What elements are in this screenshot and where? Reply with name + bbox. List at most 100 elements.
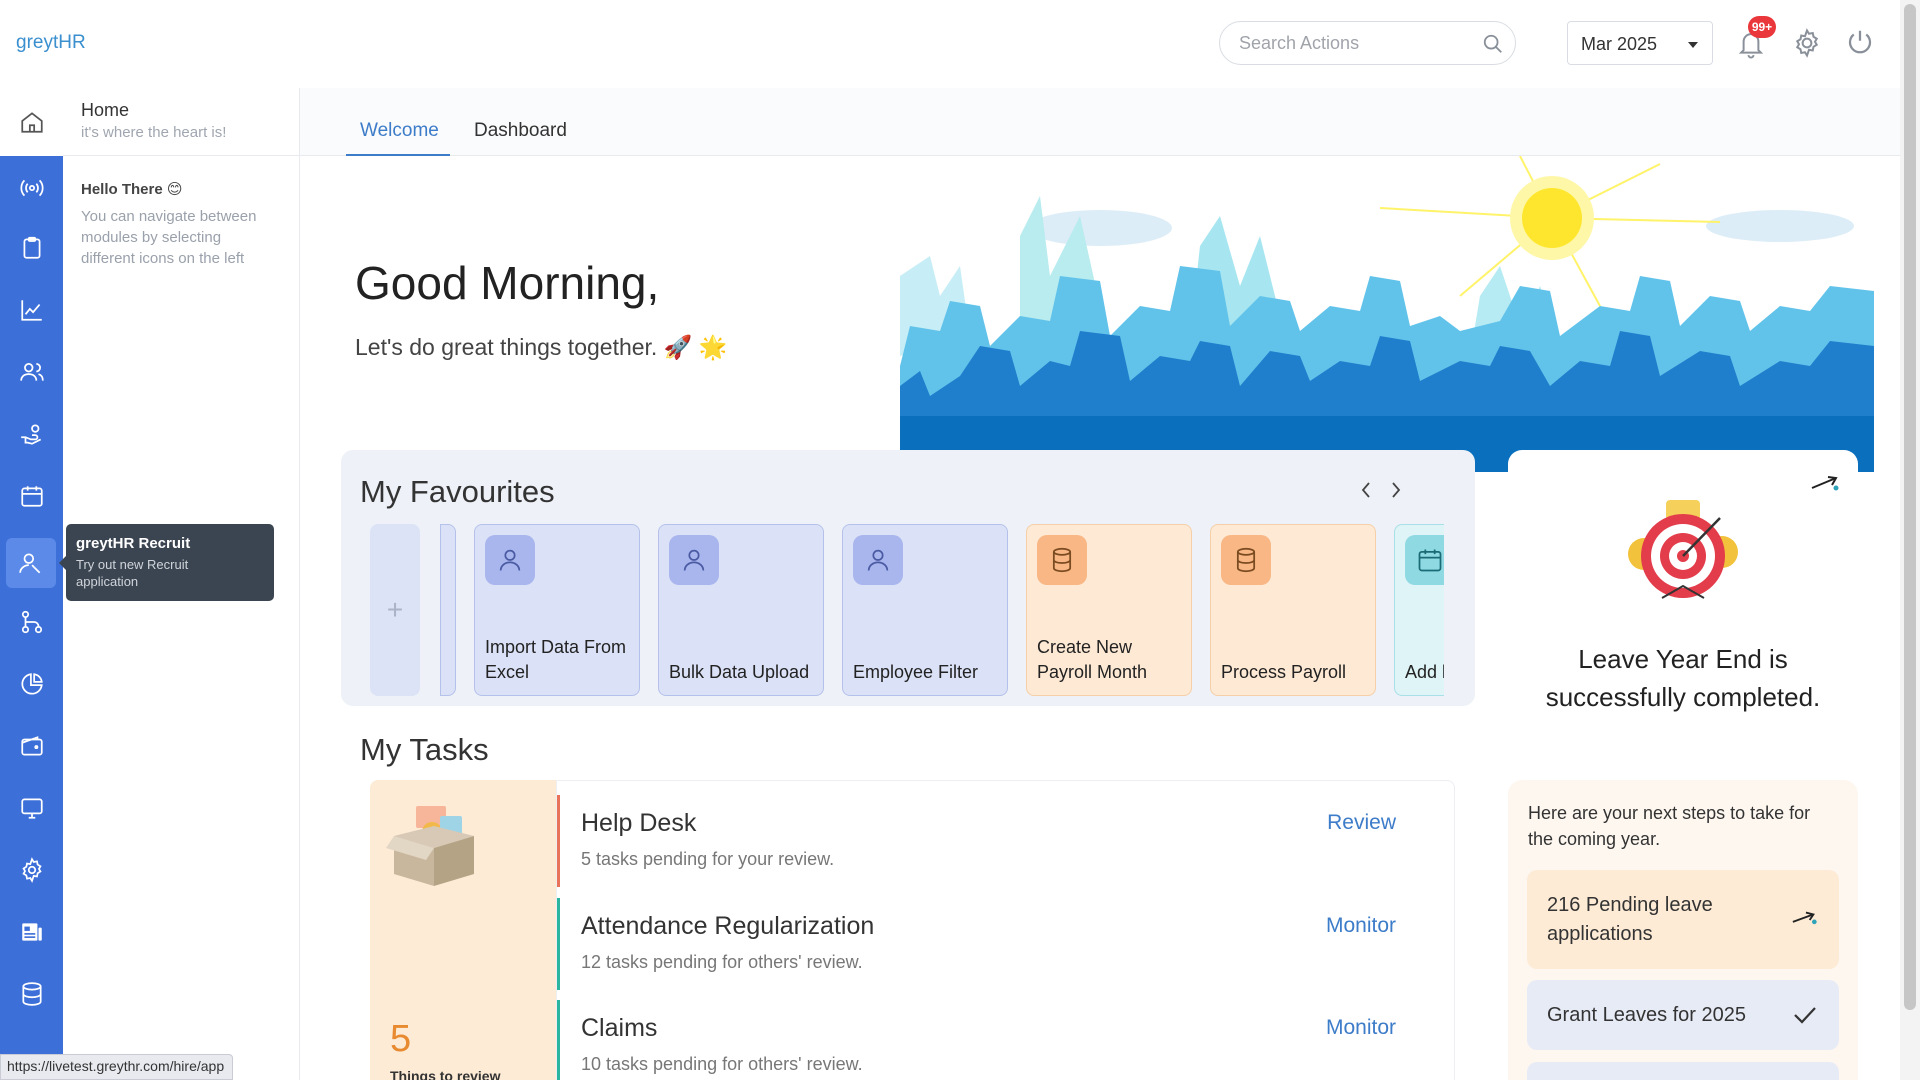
tasks-title: My Tasks	[360, 732, 489, 767]
broadcast-icon	[20, 179, 44, 197]
rail-item-settings[interactable]	[12, 850, 52, 890]
database-icon	[1221, 535, 1271, 585]
next-steps-intro: Here are your next steps to take for the…	[1528, 803, 1811, 849]
chevron-down-icon	[1688, 42, 1698, 48]
favourite-card-import-data[interactable]: Import Data From Excel	[474, 524, 640, 696]
recruit-tooltip: greytHR Recruit Try out new Recruit appl…	[59, 524, 274, 601]
task-accent-bar	[557, 1000, 560, 1080]
task-row-attendance[interactable]: Attendance Regularization 12 tasks pendi…	[557, 884, 1456, 990]
favourite-card-add[interactable]: Add l	[1394, 524, 1444, 696]
newspaper-icon	[22, 923, 42, 941]
arrow-icon	[1792, 911, 1817, 924]
home-icon	[21, 112, 43, 133]
database-icon	[22, 982, 42, 1006]
rail-item-analytics[interactable]	[12, 290, 52, 330]
task-description: 10 tasks pending for others' review.	[581, 1054, 863, 1074]
monitor-icon	[21, 798, 43, 819]
side-panel-header: Home it's where the heart is!	[63, 88, 299, 156]
tab-dashboard[interactable]: Dashboard	[474, 120, 567, 142]
task-name: Attendance Regularization	[581, 912, 875, 940]
rail-home	[0, 88, 63, 156]
favourite-card-process-payroll[interactable]: Process Payroll	[1210, 524, 1376, 696]
review-link[interactable]: Review	[1327, 811, 1396, 835]
git-branch-icon	[21, 610, 43, 634]
cog-icon	[22, 857, 42, 883]
leave-year-end-title: Leave Year End is successfully completed…	[1545, 644, 1821, 712]
favourite-card-employee-filter[interactable]: Employee Filter	[842, 524, 1008, 696]
task-row-claims[interactable]: Claims 10 tasks pending for others' revi…	[557, 986, 1456, 1080]
module-rail	[0, 156, 63, 1080]
search-icon[interactable]	[1482, 33, 1504, 55]
greeting-subtitle: Let's do great things together. 🚀 🌟	[355, 334, 728, 360]
rail-item-engage[interactable]	[12, 168, 52, 208]
rail-item-data[interactable]	[12, 974, 52, 1014]
rail-item-expenses[interactable]	[12, 726, 52, 766]
user-icon	[485, 535, 535, 585]
app-logo[interactable]: greytHR	[16, 32, 86, 54]
tab-welcome[interactable]: Welcome	[360, 120, 439, 142]
task-name: Help Desk	[581, 809, 697, 837]
active-tab-indicator	[346, 154, 450, 156]
line-chart-icon	[21, 300, 42, 321]
chevron-right-icon[interactable]	[1386, 480, 1406, 500]
top-bar: greytHR Mar 2025 99+	[0, 0, 1900, 88]
rail-item-workflow[interactable]	[12, 602, 52, 642]
rail-item-home[interactable]	[12, 102, 52, 142]
task-name: Claims	[581, 1014, 658, 1042]
pie-chart-icon	[21, 673, 43, 695]
side-panel-title: Home	[81, 100, 130, 120]
users-icon	[20, 363, 44, 381]
rail-item-reports[interactable]	[12, 664, 52, 704]
target-trophy-illustration	[1628, 500, 1738, 599]
calendar-icon	[1405, 535, 1444, 585]
favourite-label: Create New Payroll Month	[1037, 637, 1148, 682]
favourite-label: Employee Filter	[853, 662, 979, 682]
favourites-carousel: + Import Data From Excel Bulk Data Uploa…	[370, 524, 1444, 700]
rail-item-recruit[interactable]	[6, 538, 56, 588]
tooltip-title: greytHR Recruit	[76, 535, 191, 552]
rail-item-documents[interactable]	[12, 228, 52, 268]
task-description: 12 tasks pending for others' review.	[581, 952, 863, 972]
scrollbar-thumb[interactable]	[1904, 4, 1916, 1010]
monitor-link[interactable]: Monitor	[1326, 1016, 1396, 1040]
arrow-icon[interactable]	[1810, 472, 1840, 496]
step-grant-leaves[interactable]: Grant Leaves for 2025	[1527, 980, 1839, 1050]
rail-item-news[interactable]	[12, 912, 52, 952]
task-row-help-desk[interactable]: Help Desk 5 tasks pending for your revie…	[557, 781, 1456, 887]
rail-item-leave[interactable]	[12, 476, 52, 516]
tasks-list: Help Desk 5 tasks pending for your revie…	[556, 780, 1455, 1080]
step-label: Grant Leaves for 2025	[1547, 1003, 1747, 1026]
power-icon[interactable]	[1845, 27, 1875, 57]
hello-text: You can navigate between modules by sele…	[81, 208, 257, 267]
user-icon	[669, 535, 719, 585]
favourite-card-partial[interactable]	[440, 524, 456, 696]
favourite-label: Process Payroll	[1221, 662, 1347, 682]
monitor-link[interactable]: Monitor	[1326, 914, 1396, 938]
chevron-left-icon[interactable]	[1356, 480, 1376, 500]
step-card-partial[interactable]	[1527, 1062, 1839, 1080]
rail-item-payroll[interactable]	[12, 414, 52, 454]
month-selector[interactable]: Mar 2025	[1567, 21, 1713, 65]
add-favourite-button[interactable]: +	[370, 524, 420, 696]
clipboard-icon	[23, 236, 41, 259]
tasks-count-label: Things to review	[390, 1068, 501, 1080]
favourite-label: Import Data From Excel	[485, 637, 627, 682]
step-label: 216 Pending leave applications	[1547, 893, 1713, 945]
tasks-count: 5	[390, 1018, 412, 1060]
calendar-icon	[21, 486, 43, 507]
hello-heading: Hello There 😊	[81, 181, 183, 198]
rail-item-employees[interactable]	[12, 352, 52, 392]
favourite-label: Add l	[1405, 662, 1444, 682]
rail-item-assets[interactable]	[12, 788, 52, 828]
user-search-icon	[19, 553, 41, 574]
gear-icon[interactable]	[1792, 28, 1822, 58]
user-icon	[853, 535, 903, 585]
favourite-card-create-payroll-month[interactable]: Create New Payroll Month	[1026, 524, 1192, 696]
month-value: Mar 2025	[1581, 34, 1658, 54]
step-pending-leave-applications[interactable]: 216 Pending leave applications	[1527, 870, 1839, 969]
task-description: 5 tasks pending for your review.	[581, 849, 835, 869]
search-input[interactable]	[1219, 21, 1516, 65]
greeting-title: Good Morning,	[355, 257, 660, 309]
tab-bar: Welcome Dashboard	[300, 88, 1900, 156]
favourite-card-bulk-upload[interactable]: Bulk Data Upload	[658, 524, 824, 696]
